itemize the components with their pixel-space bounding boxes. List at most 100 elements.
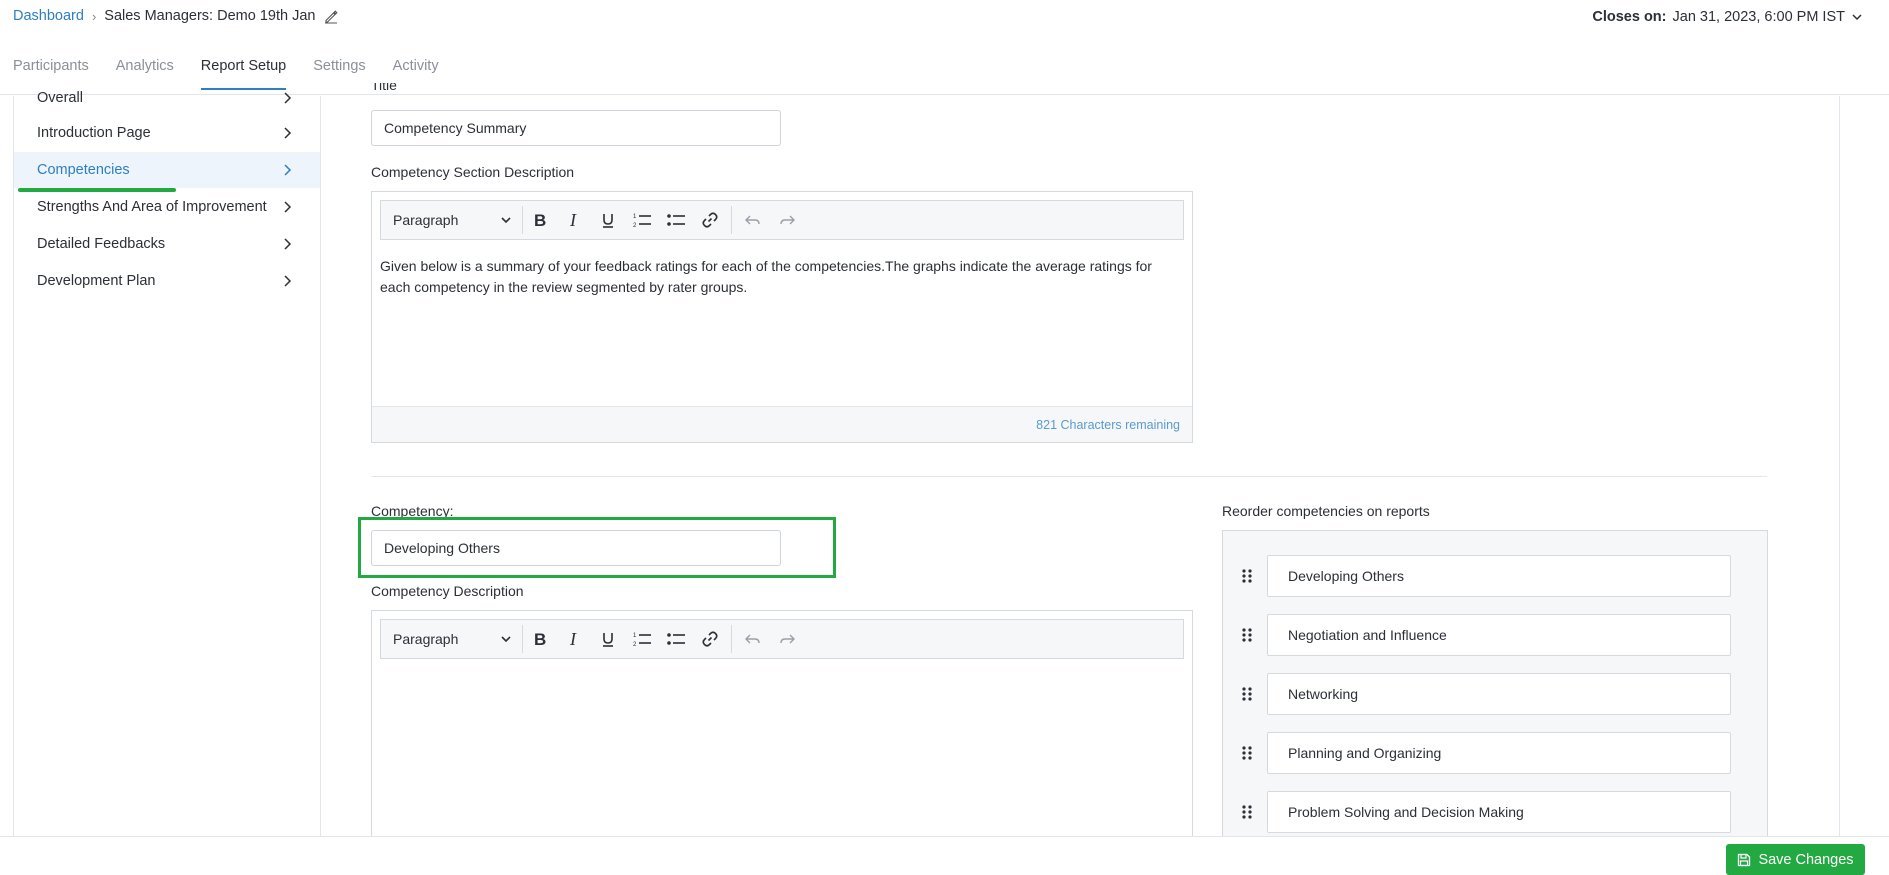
- tab-settings[interactable]: Settings: [313, 58, 365, 90]
- save-changes-button[interactable]: Save Changes: [1726, 844, 1865, 875]
- drag-handle-icon[interactable]: [1241, 804, 1253, 820]
- svg-text:I: I: [569, 630, 577, 648]
- competency-description-text[interactable]: [380, 675, 1174, 835]
- numbered-list-button[interactable]: 12: [625, 625, 659, 653]
- reorder-item[interactable]: Negotiation and Influence: [1267, 614, 1731, 656]
- sidebar-item-competencies[interactable]: Competencies: [14, 152, 320, 188]
- undo-button[interactable]: [736, 625, 770, 653]
- reorder-competencies-list: Developing Others Negotiation and Influe…: [1222, 530, 1768, 840]
- content-border: [1839, 96, 1840, 836]
- bullet-list-button[interactable]: [659, 625, 693, 653]
- chevron-right-icon: [284, 164, 292, 176]
- italic-icon: I: [569, 630, 577, 648]
- italic-button[interactable]: I: [557, 625, 591, 653]
- link-button[interactable]: [693, 206, 727, 234]
- svg-text:2: 2: [633, 642, 637, 648]
- page-title: Sales Managers: Demo 19th Jan: [104, 8, 316, 24]
- chevron-right-icon: [284, 127, 292, 139]
- section-description-text[interactable]: Given below is a summary of your feedbac…: [380, 256, 1174, 298]
- sidebar-item-label: Detailed Feedbacks: [37, 236, 166, 252]
- reorder-row[interactable]: Planning and Organizing: [1241, 732, 1731, 774]
- paragraph-format-select[interactable]: Paragraph: [393, 625, 523, 653]
- tab-activity[interactable]: Activity: [393, 58, 439, 90]
- numbered-list-button[interactable]: 12: [625, 206, 659, 234]
- svg-text:B: B: [534, 211, 546, 229]
- chevron-right-icon: [284, 275, 292, 287]
- breadcrumb-dashboard-link[interactable]: Dashboard: [13, 8, 84, 24]
- link-button[interactable]: [693, 625, 727, 653]
- pencil-icon[interactable]: [323, 8, 339, 24]
- drag-handle-icon[interactable]: [1241, 568, 1253, 584]
- paragraph-format-value: Paragraph: [393, 631, 459, 647]
- highlight-box: [358, 517, 836, 578]
- title-label: Title: [371, 83, 397, 93]
- paragraph-format-value: Paragraph: [393, 212, 459, 228]
- italic-icon: I: [569, 211, 577, 229]
- bold-button[interactable]: B: [523, 206, 557, 234]
- closing-date[interactable]: Closes on: Jan 31, 2023, 6:00 PM IST: [1592, 9, 1863, 25]
- reorder-row[interactable]: Negotiation and Influence: [1241, 614, 1731, 656]
- sidebar-item-strengths[interactable]: Strengths And Area of Improvement: [14, 189, 320, 225]
- section-description-editor: Paragraph B I 12 Given below is a summar…: [371, 191, 1193, 443]
- bullet-list-icon: [667, 633, 685, 645]
- redo-icon: [780, 634, 795, 644]
- chevron-right-icon: [284, 92, 292, 104]
- bullet-list-button[interactable]: [659, 206, 693, 234]
- save-changes-label: Save Changes: [1758, 851, 1854, 868]
- sidebar-item-overall[interactable]: Overall: [14, 80, 320, 116]
- bold-icon: B: [534, 211, 546, 229]
- chevron-down-icon: [501, 217, 511, 224]
- redo-button[interactable]: [770, 206, 804, 234]
- characters-remaining: 821 Characters remaining: [1036, 417, 1180, 432]
- svg-text:B: B: [534, 630, 546, 648]
- reorder-row[interactable]: Networking: [1241, 673, 1731, 715]
- drag-handle-icon[interactable]: [1241, 686, 1253, 702]
- sidebar-item-development-plan[interactable]: Development Plan: [14, 263, 320, 299]
- reorder-row[interactable]: Problem Solving and Decision Making: [1241, 791, 1731, 833]
- breadcrumb-chevron-icon: ›: [91, 8, 97, 24]
- footer-bar: Save Changes: [0, 836, 1889, 875]
- svg-text:2: 2: [633, 223, 637, 229]
- svg-text:1: 1: [633, 214, 637, 220]
- toolbar-separator: [731, 206, 732, 234]
- bold-icon: B: [534, 630, 546, 648]
- underline-button[interactable]: [591, 206, 625, 234]
- reorder-item[interactable]: Problem Solving and Decision Making: [1267, 791, 1731, 833]
- reorder-row[interactable]: Developing Others: [1241, 555, 1731, 597]
- section-description-label: Competency Section Description: [371, 164, 575, 180]
- editor-footer: 821 Characters remaining: [372, 406, 1192, 442]
- numbered-list-icon: 12: [633, 633, 651, 648]
- chevron-right-icon: [284, 201, 292, 213]
- title-input[interactable]: Competency Summary: [371, 110, 781, 146]
- editor-toolbar: Paragraph B I 12: [380, 200, 1184, 240]
- chevron-down-icon: [1852, 14, 1862, 21]
- redo-button[interactable]: [770, 625, 804, 653]
- reorder-item[interactable]: Networking: [1267, 673, 1731, 715]
- underline-button[interactable]: [591, 625, 625, 653]
- sidebar-item-detailed-feedbacks[interactable]: Detailed Feedbacks: [14, 226, 320, 262]
- undo-icon: [745, 634, 760, 644]
- sidebar-item-label: Competencies: [37, 162, 130, 178]
- reorder-item[interactable]: Planning and Organizing: [1267, 732, 1731, 774]
- report-sections-sidebar: Overall Introduction Page Competencies S…: [13, 90, 321, 836]
- sidebar-item-introduction-page[interactable]: Introduction Page: [14, 115, 320, 151]
- bullet-list-icon: [667, 214, 685, 226]
- bold-button[interactable]: B: [523, 625, 557, 653]
- underline-icon: [603, 214, 613, 228]
- section-divider: [371, 476, 1767, 477]
- toolbar-separator: [731, 625, 732, 653]
- chevron-down-icon: [501, 636, 511, 643]
- link-icon: [702, 631, 718, 647]
- drag-handle-icon[interactable]: [1241, 745, 1253, 761]
- italic-button[interactable]: I: [557, 206, 591, 234]
- sidebar-item-label: Development Plan: [37, 273, 156, 289]
- editor-toolbar: Paragraph B I 12: [380, 619, 1184, 659]
- reorder-item[interactable]: Developing Others: [1267, 555, 1731, 597]
- competency-description-editor: Paragraph B I 12: [371, 610, 1193, 850]
- paragraph-format-select[interactable]: Paragraph: [393, 206, 523, 234]
- breadcrumb: Dashboard › Sales Managers: Demo 19th Ja…: [13, 8, 339, 24]
- competency-description-label: Competency Description: [371, 583, 524, 599]
- drag-handle-icon[interactable]: [1241, 627, 1253, 643]
- undo-button[interactable]: [736, 206, 770, 234]
- svg-text:1: 1: [633, 633, 637, 639]
